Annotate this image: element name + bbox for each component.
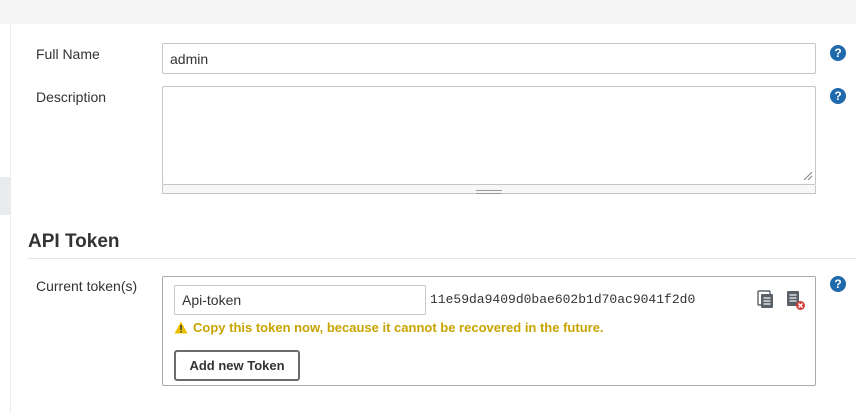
top-bar [0, 0, 856, 24]
description-textarea[interactable] [162, 86, 816, 185]
api-token-heading: API Token [28, 231, 120, 252]
copy-icon[interactable] [757, 290, 775, 309]
token-value[interactable]: 11e59da9409d0bae602b1d70ac9041f2d0 [430, 292, 695, 307]
add-new-token-button[interactable]: Add new Token [174, 350, 300, 381]
full-name-input[interactable] [162, 43, 816, 74]
token-name-input[interactable] [174, 285, 426, 315]
current-tokens-label: Current token(s) [36, 278, 138, 294]
full-name-label: Full Name [36, 46, 100, 62]
current-tokens-help-icon[interactable]: ? [830, 276, 846, 292]
description-label: Description [36, 89, 107, 105]
section-divider [28, 258, 856, 259]
full-name-help-icon[interactable]: ? [830, 45, 846, 61]
sidebar-tab[interactable] [0, 177, 10, 215]
description-help-icon[interactable]: ? [830, 88, 846, 104]
resize-corner-icon[interactable] [803, 171, 813, 181]
token-warning: Copy this token now, because it cannot b… [174, 320, 604, 335]
sidebar-border [10, 24, 11, 413]
revoke-icon[interactable] [786, 290, 806, 311]
warning-text: Copy this token now, because it cannot b… [193, 320, 604, 335]
resize-grip-icon[interactable] [476, 190, 502, 194]
warning-icon [174, 321, 188, 334]
